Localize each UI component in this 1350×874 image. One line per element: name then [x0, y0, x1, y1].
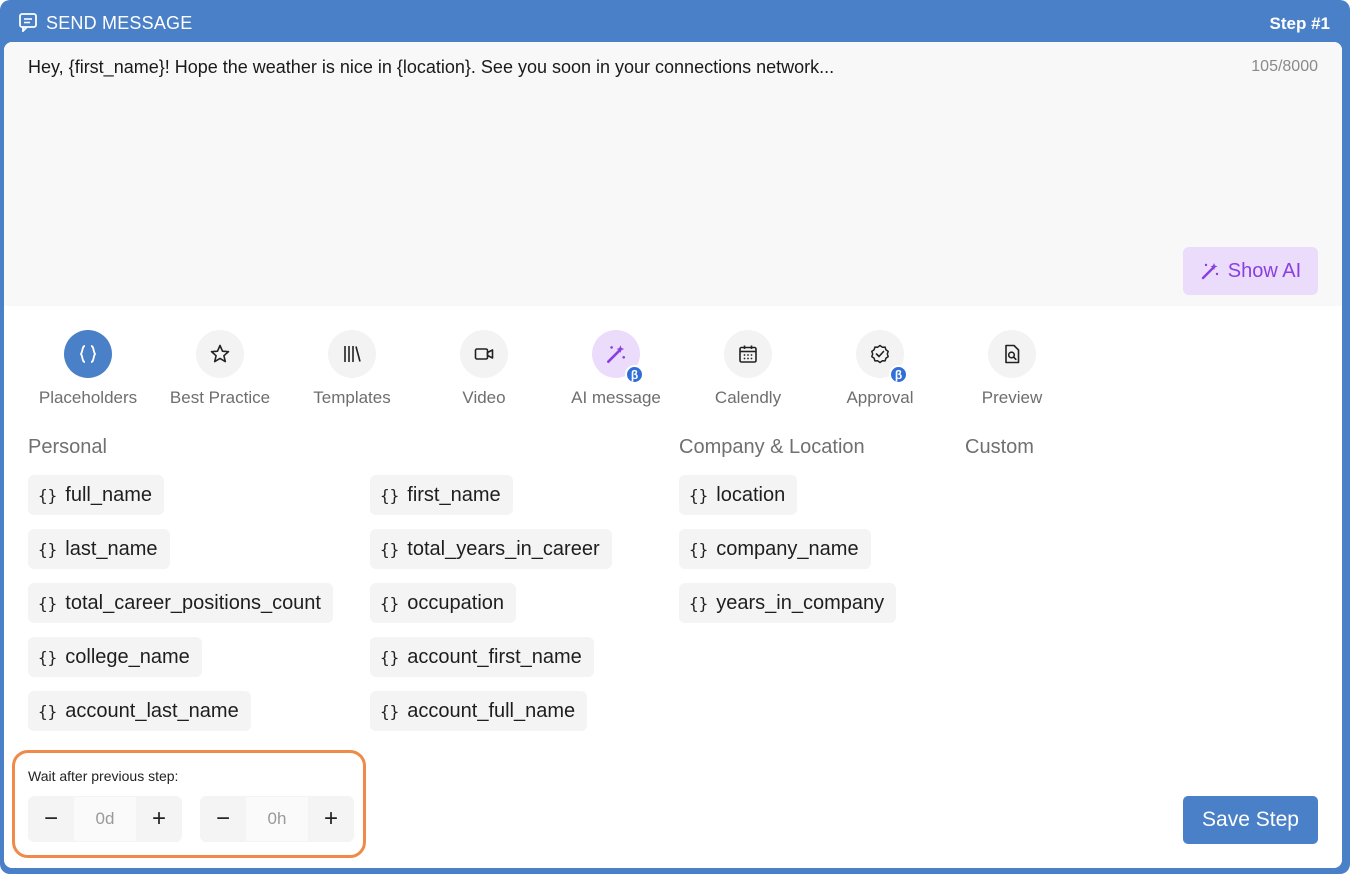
chip-label: last_name	[65, 537, 158, 560]
hours-increment-button[interactable]: +	[308, 796, 354, 842]
braces-icon: {}	[380, 539, 400, 559]
placeholder-chip[interactable]: {} company_name	[679, 529, 871, 569]
braces-icon: {}	[380, 485, 400, 505]
tab-approval[interactable]: β Approval	[814, 330, 946, 408]
chip-label: account_last_name	[65, 699, 239, 722]
beta-badge: β	[625, 365, 644, 384]
message-editor[interactable]: Hey, {first_name}! Hope the weather is n…	[4, 42, 1342, 306]
wait-label: Wait after previous step:	[28, 768, 179, 784]
library-icon	[344, 346, 361, 362]
placeholder-chip[interactable]: {} college_name	[28, 637, 202, 677]
section-personal: Personal	[28, 436, 107, 458]
chip-label: company_name	[716, 537, 859, 560]
placeholder-chip[interactable]: {} total_career_positions_count	[28, 583, 333, 623]
save-step-button[interactable]: Save Step	[1183, 796, 1318, 844]
ai-message-button[interactable]: β	[592, 330, 644, 384]
tab-label: Best Practice	[169, 388, 271, 407]
tab-label: Placeholders	[38, 388, 138, 407]
section-company-location: Company & Location	[679, 436, 865, 458]
tab-label: Preview	[981, 388, 1043, 407]
braces-icon	[79, 345, 97, 363]
braces-icon: {}	[38, 539, 58, 559]
chip-label: college_name	[65, 645, 190, 668]
braces-icon: {}	[689, 593, 709, 613]
days-value[interactable]: 0d	[74, 797, 136, 841]
chip-label: first_name	[407, 483, 501, 506]
tab-label: Approval	[846, 388, 914, 407]
chip-label: years_in_company	[716, 591, 885, 614]
tab-best-practice[interactable]: Best Practice	[154, 330, 286, 408]
tab-label: Templates	[313, 388, 391, 407]
braces-icon: {}	[380, 593, 400, 613]
tab-templates[interactable]: Templates	[286, 330, 418, 408]
placeholder-chip[interactable]: {} full_name	[28, 475, 164, 515]
braces-icon: {}	[38, 647, 58, 667]
video-button[interactable]	[460, 330, 508, 378]
days-decrement-button[interactable]: −	[28, 796, 74, 842]
placeholder-chip[interactable]: {} first_name	[370, 475, 513, 515]
hours-decrement-button[interactable]: −	[200, 796, 246, 842]
star-icon	[210, 344, 230, 363]
dialog-title: SEND MESSAGE	[46, 13, 193, 33]
hours-value[interactable]: 0h	[246, 797, 308, 841]
show-ai-button[interactable]: Show AI	[1183, 247, 1318, 295]
calendar-icon	[739, 345, 757, 363]
magic-wand-icon	[606, 345, 626, 364]
tab-placeholders[interactable]: Placeholders	[22, 330, 154, 408]
placeholder-chip[interactable]: {} account_last_name	[28, 691, 251, 731]
braces-icon: {}	[689, 485, 709, 505]
approval-button[interactable]: β	[856, 330, 908, 384]
check-badge-icon	[871, 344, 889, 364]
days-stepper[interactable]: − 0d +	[28, 796, 182, 842]
braces-icon: {}	[689, 539, 709, 559]
chip-label: account_full_name	[407, 699, 576, 722]
chip-label: total_years_in_career	[407, 537, 600, 560]
placeholder-chip[interactable]: {} years_in_company	[679, 583, 897, 623]
dialog-header: SEND MESSAGE Step #1	[0, 0, 1350, 44]
templates-button[interactable]	[328, 330, 376, 378]
braces-icon: {}	[380, 647, 400, 667]
placeholder-chip[interactable]: {} account_first_name	[370, 637, 594, 677]
preview-button[interactable]	[988, 330, 1036, 378]
braces-icon: {}	[38, 701, 58, 721]
tab-label: Video	[462, 388, 506, 407]
show-ai-label: Show AI	[1227, 259, 1302, 282]
message-toolbar: Placeholders Best Practice Templates Vid…	[4, 330, 1104, 410]
braces-icon: {}	[380, 701, 400, 721]
chip-label: total_career_positions_count	[65, 591, 321, 614]
file-search-icon	[1005, 344, 1020, 364]
tab-video[interactable]: Video	[418, 330, 550, 408]
tab-label: Calendly	[714, 388, 782, 407]
chip-label: account_first_name	[407, 645, 582, 668]
hours-stepper[interactable]: − 0h +	[200, 796, 354, 842]
chip-label: location	[716, 483, 786, 506]
placeholder-chip[interactable]: {} total_years_in_career	[370, 529, 612, 569]
beta-badge: β	[889, 365, 908, 384]
placeholders-button[interactable]	[64, 330, 112, 378]
braces-icon: {}	[38, 593, 58, 613]
tab-calendly[interactable]: Calendly	[682, 330, 814, 408]
best-practice-button[interactable]	[196, 330, 244, 378]
placeholder-chip[interactable]: {} account_full_name	[370, 691, 588, 731]
dialog-body: Hey, {first_name}! Hope the weather is n…	[4, 42, 1342, 868]
placeholder-chip[interactable]: {} location	[679, 475, 798, 515]
section-custom: Custom	[965, 436, 1034, 458]
placeholder-chip[interactable]: {} last_name	[28, 529, 170, 569]
tab-preview[interactable]: Preview	[946, 330, 1078, 408]
char-counter: 105/8000	[1251, 58, 1318, 75]
tab-ai-message[interactable]: β AI message	[550, 330, 682, 408]
calendly-button[interactable]	[724, 330, 772, 378]
days-increment-button[interactable]: +	[136, 796, 182, 842]
message-icon	[19, 13, 37, 32]
message-text[interactable]: Hey, {first_name}! Hope the weather is n…	[28, 57, 834, 78]
braces-icon: {}	[38, 485, 58, 505]
magic-wand-icon	[1201, 263, 1218, 280]
step-indicator: Step #1	[1269, 14, 1330, 33]
chip-label: full_name	[65, 483, 152, 506]
video-icon	[474, 348, 494, 360]
chip-label: occupation	[407, 591, 505, 614]
placeholder-chip[interactable]: {} occupation	[370, 583, 517, 623]
tab-label: AI message	[571, 388, 661, 407]
dialog-frame: SEND MESSAGE Step #1 Hey, {first_name}! …	[0, 0, 1350, 874]
